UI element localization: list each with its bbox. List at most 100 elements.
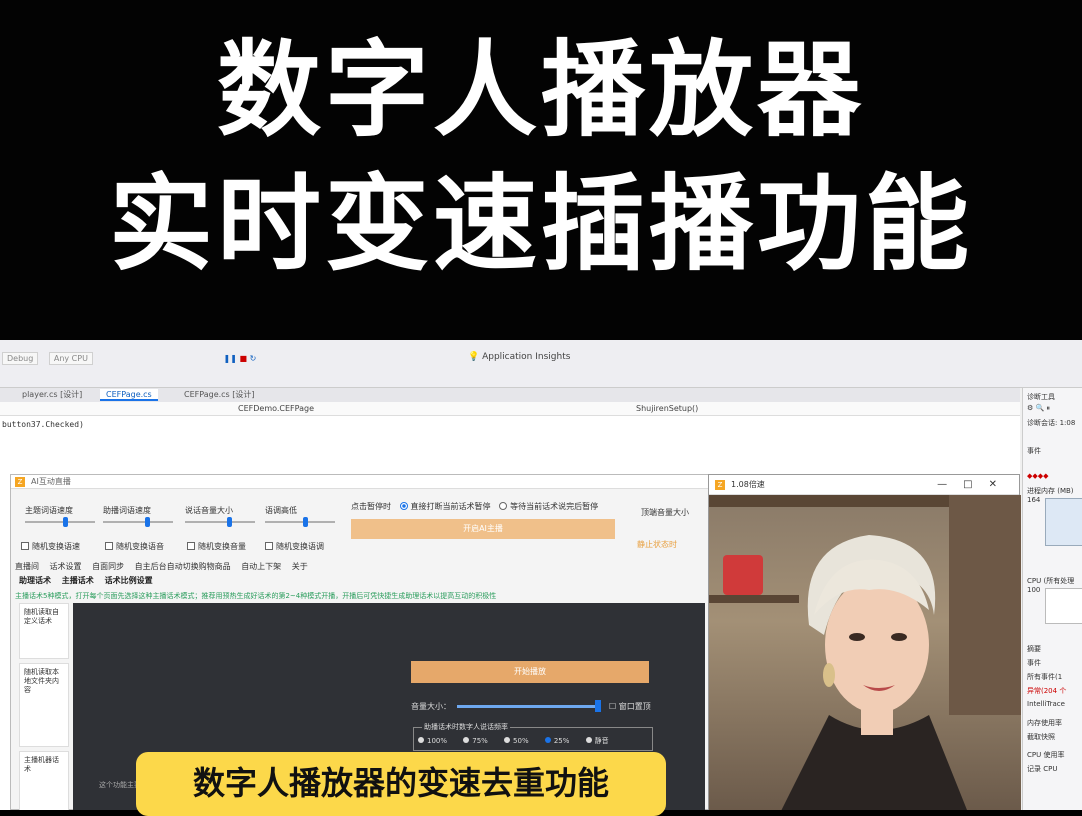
radio-dot[interactable] xyxy=(418,737,424,743)
tab-about[interactable]: 关于 xyxy=(292,562,308,571)
window-top-checkbox[interactable]: ☐ 窗口置顶 xyxy=(609,701,651,712)
diag-exceptions[interactable]: 异常(204 个 xyxy=(1027,686,1066,696)
slider-pitch[interactable]: 语调高低 xyxy=(265,505,335,527)
video-titlebar: Z 1.08倍速 —□✕ xyxy=(709,475,1019,495)
freq-option-75[interactable]: 75% xyxy=(463,737,488,745)
slider-track[interactable] xyxy=(265,517,335,527)
slider-thumb[interactable] xyxy=(63,517,68,527)
banner-title-line1: 数字人播放器 xyxy=(216,29,865,151)
checkbox-box[interactable] xyxy=(105,542,113,550)
start-ai-button[interactable]: 开启AI主播 xyxy=(351,519,615,539)
radio-dot[interactable] xyxy=(463,737,470,743)
nav-class-dropdown[interactable]: CEFDemo.CEFPage xyxy=(238,404,314,413)
title-banner: 数字人播放器 实时变速插播功能 xyxy=(0,0,1082,340)
checkbox-random-speed[interactable]: 随机变换语速 xyxy=(21,541,80,552)
checkbox-random-volume[interactable]: 随机变换音量 xyxy=(187,541,246,552)
top-volume-label: 顶端音量大小 xyxy=(641,508,689,517)
diag-memory-usage: 内存使用率 xyxy=(1027,719,1062,727)
freq-label: 50% xyxy=(513,737,529,745)
code-navbar: CEFDemo.CEFPage ShujirenSetup() xyxy=(0,402,1020,416)
video-title: 1.08倍速 xyxy=(731,480,765,489)
volume-slider-thumb[interactable] xyxy=(595,700,601,712)
close-icon[interactable]: ✕ xyxy=(989,479,1013,490)
checkbox-label: 随机变换音量 xyxy=(198,542,246,551)
app-titlebar: Z AI互动直播 xyxy=(11,475,709,489)
checkbox-box[interactable] xyxy=(21,542,29,550)
freq-option-100[interactable]: 100% xyxy=(418,737,447,745)
minimize-icon[interactable]: — xyxy=(937,479,963,490)
slider-topic-speed[interactable]: 主题词语速度 xyxy=(25,505,95,527)
diag-record[interactable]: 记录 CPU xyxy=(1027,764,1057,774)
radio-dot[interactable] xyxy=(504,737,511,743)
diag-all-events[interactable]: 所有事件(1 xyxy=(1027,672,1062,682)
tab-ratio-settings[interactable]: 话术比例设置 xyxy=(105,576,153,585)
pause-icon[interactable]: ❚❚ xyxy=(224,354,237,363)
volume-slider[interactable] xyxy=(457,705,597,708)
slider-track[interactable] xyxy=(103,517,173,527)
diag-snapshot[interactable]: 截取快照 xyxy=(1027,732,1055,742)
radio-dot[interactable] xyxy=(585,737,592,743)
checkbox-box[interactable] xyxy=(187,542,195,550)
mode-item[interactable]: 主播机器话术 xyxy=(19,751,69,810)
frequency-options: 100% 75% 50% 25% 静音 xyxy=(418,736,623,746)
tab-live-room[interactable]: 直播间 xyxy=(15,562,39,571)
radio-interrupt[interactable] xyxy=(399,502,408,510)
checkbox-random-voice[interactable]: 随机变换语音 xyxy=(105,541,164,552)
freq-option-25[interactable]: 25% xyxy=(544,737,569,745)
mode-item[interactable]: 随机读取自定义话术 xyxy=(19,603,69,659)
lightbulb-icon: 💡 xyxy=(468,352,480,362)
window-controls: —□✕ xyxy=(937,475,1013,495)
platform-dropdown[interactable]: Any CPU xyxy=(48,352,93,365)
main-tabs: 直播间 话术设置 自面同步 自主后台自动切换购物商品 自动上下架 关于 xyxy=(15,561,316,572)
pause-label: 点击暂停时 xyxy=(351,502,391,511)
stop-icon[interactable]: ■ xyxy=(239,354,247,363)
diag-toolbar-icons[interactable]: ⚙ 🔍 ⏸ xyxy=(1027,404,1050,413)
app-insights[interactable]: 💡 Application Insights xyxy=(468,352,570,362)
tab-auto-switch[interactable]: 自主后台自动切换购物商品 xyxy=(135,562,231,571)
tab-cefpage[interactable]: CEFPage.cs xyxy=(100,389,158,401)
slider-thumb[interactable] xyxy=(145,517,150,527)
radio-label: 直接打断当前话术暂停 xyxy=(410,502,491,511)
tab-host-script[interactable]: 主播话术 xyxy=(62,576,94,585)
maximize-icon[interactable]: □ xyxy=(963,479,988,490)
diag-intellitrace[interactable]: IntelliTrace xyxy=(1027,700,1065,708)
checkbox-box[interactable] xyxy=(265,542,273,550)
tab-cefpage-design[interactable]: CEFPage.cs [设计] xyxy=(178,389,261,401)
radio-dot-selected[interactable] xyxy=(544,737,551,743)
frequency-group: 助播话术时数字人说话频率 100% 75% 50% 25% 静音 xyxy=(413,722,653,751)
slider-volume[interactable]: 说话音量大小 xyxy=(185,505,255,527)
slider-track[interactable] xyxy=(185,517,255,527)
config-dropdown[interactable]: Debug xyxy=(2,352,39,365)
tab-player-design[interactable]: player.cs [设计] xyxy=(16,389,88,401)
diag-memory: 进程内存 (MB) xyxy=(1027,487,1074,495)
diag-memory-value: 164 xyxy=(1027,496,1041,504)
screen-capture: Debug Any CPU ❚❚ ■ ↻ 💡 Application Insig… xyxy=(0,340,1082,810)
radio-wait[interactable] xyxy=(499,502,508,510)
slider-track[interactable] xyxy=(25,517,95,527)
banner-title-line2: 实时变速插播功能 xyxy=(108,163,973,285)
diag-cpu: CPU (所有处理 xyxy=(1027,577,1075,585)
nav-method-dropdown[interactable]: ShujirenSetup() xyxy=(636,404,698,413)
checkbox-label: 随机变换语音 xyxy=(116,542,164,551)
mode-item[interactable]: 随机读取本地文件夹内容 xyxy=(19,663,69,747)
freq-label: 100% xyxy=(427,737,448,745)
script-tabs: 助理话术 主播话术 话术比例设置 xyxy=(19,575,161,586)
diag-tab-summary[interactable]: 摘要 xyxy=(1027,644,1041,654)
slider-thumb[interactable] xyxy=(303,517,308,527)
tab-script-settings[interactable]: 话术设置 xyxy=(50,562,82,571)
freq-option-50[interactable]: 50% xyxy=(504,737,529,745)
tab-assistant-script[interactable]: 助理话术 xyxy=(19,576,51,585)
slider-thumb[interactable] xyxy=(227,517,232,527)
tab-sync[interactable]: 自面同步 xyxy=(92,562,124,571)
checkbox-random-pitch[interactable]: 随机变换语调 xyxy=(265,541,324,552)
video-window: Z 1.08倍速 —□✕ xyxy=(708,474,1021,810)
slider-label: 说话音量大小 xyxy=(185,506,233,515)
slider-assist-speed[interactable]: 助播词语速度 xyxy=(103,505,173,527)
slider-label: 助播词语速度 xyxy=(103,506,151,515)
slider-label: 主题词语速度 xyxy=(25,506,73,515)
restart-icon[interactable]: ↻ xyxy=(250,354,257,363)
start-broadcast-button[interactable]: 开始播放 xyxy=(411,661,649,683)
freq-option-mute[interactable]: 静音 xyxy=(585,737,609,745)
tab-auto-shelf[interactable]: 自动上下架 xyxy=(241,562,281,571)
video-logo-icon: Z xyxy=(715,480,725,490)
